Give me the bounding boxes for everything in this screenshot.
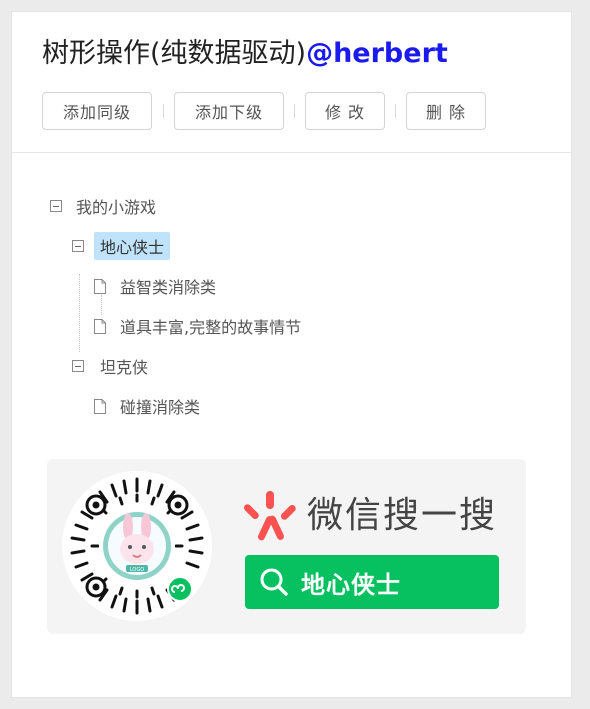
tree-node-label[interactable]: 碰撞消除类 [114, 392, 206, 420]
main-panel: 树形操作(纯数据驱动)@herbert 添加同级 添加下级 修 改 删 除 我的… [11, 11, 572, 698]
tree-node-root[interactable]: 我的小游戏 [50, 193, 162, 219]
header-divider [12, 152, 571, 153]
tree-node-leaf[interactable]: 道具丰富,完整的故事情节 [94, 313, 307, 339]
edit-button[interactable]: 修 改 [305, 92, 385, 130]
wechat-search-logo-icon [242, 489, 298, 545]
tree-node-label[interactable]: 我的小游戏 [70, 192, 162, 220]
search-icon [259, 567, 289, 597]
search-term: 地心侠士 [301, 570, 401, 599]
document-icon [94, 318, 106, 334]
toolbar-separator [294, 104, 295, 118]
add-sibling-button[interactable]: 添加同级 [42, 92, 152, 130]
document-icon [94, 278, 106, 294]
qr-badge-text: LOGO [130, 567, 144, 573]
tree-node-branch[interactable]: 坦克侠 [72, 353, 154, 379]
tree-node-label[interactable]: 益智类消除类 [114, 272, 222, 300]
add-child-button[interactable]: 添加下级 [174, 92, 284, 130]
document-icon [94, 398, 106, 414]
wechat-search-box[interactable]: 地心侠士 [245, 555, 499, 609]
toolbar-separator [395, 104, 396, 118]
tree-node-label[interactable]: 坦克侠 [94, 352, 154, 380]
page-title: 树形操作(纯数据驱动)@herbert [42, 34, 448, 74]
collapse-toggle-icon[interactable] [72, 240, 84, 252]
tree-node-leaf[interactable]: 碰撞消除类 [94, 393, 206, 419]
tree-node-label[interactable]: 道具丰富,完整的故事情节 [114, 312, 307, 340]
toolbar-separator [163, 104, 164, 118]
wechat-search-text: 微信搜一搜 [307, 495, 498, 536]
tree-node-leaf[interactable]: 益智类消除类 [94, 273, 222, 299]
tree-node-label-selected[interactable]: 地心侠士 [94, 232, 171, 260]
page-title-text: 树形操作(纯数据驱动) [42, 38, 307, 69]
author-handle: @herbert [306, 38, 448, 69]
delete-button[interactable]: 删 除 [406, 92, 486, 130]
collapse-toggle-icon[interactable] [50, 200, 62, 212]
wechat-search-banner[interactable]: LOGO 微信搜一搜 地心侠士 [47, 459, 526, 634]
tree-node-branch[interactable]: 地心侠士 [72, 232, 171, 260]
tree-connector [79, 274, 80, 352]
qr-code-image: LOGO [62, 471, 212, 621]
collapse-toggle-icon[interactable] [72, 360, 84, 372]
